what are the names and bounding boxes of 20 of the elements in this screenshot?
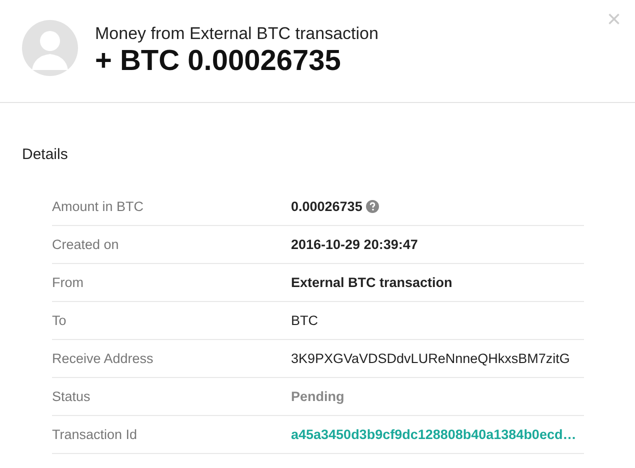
details-heading: Details bbox=[22, 145, 69, 165]
detail-label: Created on bbox=[52, 237, 120, 252]
help-icon[interactable] bbox=[366, 200, 380, 213]
detail-label: Receive Address bbox=[52, 351, 154, 366]
detail-value: External BTC transaction bbox=[291, 275, 452, 290]
detail-label: Amount in BTC bbox=[52, 199, 145, 214]
detail-value: 3K9PXGVaVDSDdvLUReNnneQHkxsBM7zitG bbox=[291, 351, 570, 366]
detail-label: From bbox=[52, 275, 84, 290]
detail-value: BTC bbox=[291, 313, 318, 328]
detail-value: 0.00026735 bbox=[291, 199, 362, 214]
transaction-link[interactable]: a45a3450d3b9cf9dc128808b40a1384b0ecd… bbox=[291, 427, 576, 442]
detail-label: Status bbox=[52, 389, 92, 404]
detail-label: Transaction Id bbox=[52, 427, 138, 442]
avatar-icon bbox=[22, 20, 78, 76]
status-text: Pending bbox=[291, 389, 344, 404]
close-button[interactable]: × bbox=[606, 10, 621, 30]
detail-label: To bbox=[52, 313, 68, 328]
amount-heading: + BTC 0.00026735 bbox=[95, 45, 342, 77]
detail-value: 2016-10-29 20:39:47 bbox=[291, 237, 418, 252]
transaction-title: Money from External BTC transaction bbox=[95, 23, 380, 45]
